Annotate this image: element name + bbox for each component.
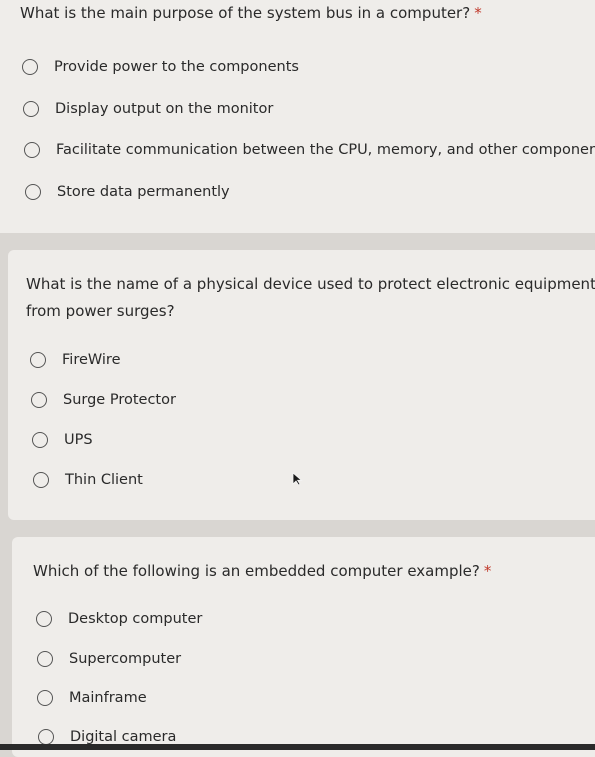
- required-asterisk: *: [483, 562, 492, 580]
- option-q2-ups[interactable]: UPS: [32, 428, 93, 452]
- radio-icon[interactable]: [24, 142, 40, 158]
- option-q1-facilitate-communication[interactable]: Facilitate communication between the CPU…: [24, 138, 595, 162]
- radio-icon[interactable]: [32, 432, 48, 448]
- option-label: Store data permanently: [57, 184, 230, 200]
- question-1-label: What is the main purpose of the system b…: [20, 4, 471, 22]
- required-asterisk: *: [474, 4, 482, 22]
- radio-icon[interactable]: [36, 611, 52, 627]
- option-label: Facilitate communication between the CPU…: [56, 142, 595, 158]
- question-2-text-line1: What is the name of a physical device us…: [26, 275, 595, 293]
- radio-icon[interactable]: [23, 101, 39, 117]
- question-3-text: Which of the following is an embedded co…: [33, 558, 491, 584]
- question-3-label: Which of the following is an embedded co…: [33, 562, 480, 580]
- screen-bottom-edge: [0, 744, 595, 750]
- option-q2-firewire[interactable]: FireWire: [30, 348, 121, 372]
- question-1-text: What is the main purpose of the system b…: [20, 0, 482, 26]
- option-q3-mainframe[interactable]: Mainframe: [37, 686, 147, 710]
- option-label: Mainframe: [69, 690, 147, 706]
- radio-icon[interactable]: [22, 59, 38, 75]
- option-q3-supercomputer[interactable]: Supercomputer: [37, 647, 181, 671]
- option-label: Supercomputer: [69, 651, 182, 667]
- option-label: UPS: [64, 432, 93, 448]
- radio-icon[interactable]: [37, 690, 53, 706]
- option-label: Display output on the monitor: [55, 101, 274, 117]
- option-label: Surge Protector: [63, 392, 176, 408]
- radio-icon[interactable]: [37, 651, 53, 667]
- option-q3-desktop-computer[interactable]: Desktop computer: [36, 607, 202, 631]
- radio-icon[interactable]: [30, 352, 46, 368]
- option-q1-store-data[interactable]: Store data permanently: [25, 180, 230, 204]
- option-label: FireWire: [62, 352, 121, 368]
- option-label: Provide power to the components: [54, 59, 299, 75]
- radio-icon[interactable]: [25, 184, 41, 200]
- radio-icon[interactable]: [31, 392, 47, 408]
- option-label: Desktop computer: [68, 611, 203, 627]
- radio-icon[interactable]: [38, 729, 54, 745]
- option-label: Thin Client: [65, 472, 143, 488]
- mouse-pointer-icon: [292, 472, 303, 486]
- option-q1-display-output[interactable]: Display output on the monitor: [23, 97, 273, 121]
- option-q2-thin-client[interactable]: Thin Client: [33, 468, 143, 492]
- radio-icon[interactable]: [33, 472, 49, 488]
- option-q1-provide-power[interactable]: Provide power to the components: [22, 55, 299, 79]
- option-label: Digital camera: [70, 729, 177, 745]
- question-2-text-line2: from power surges?: [26, 302, 175, 320]
- option-q2-surge-protector[interactable]: Surge Protector: [31, 388, 176, 412]
